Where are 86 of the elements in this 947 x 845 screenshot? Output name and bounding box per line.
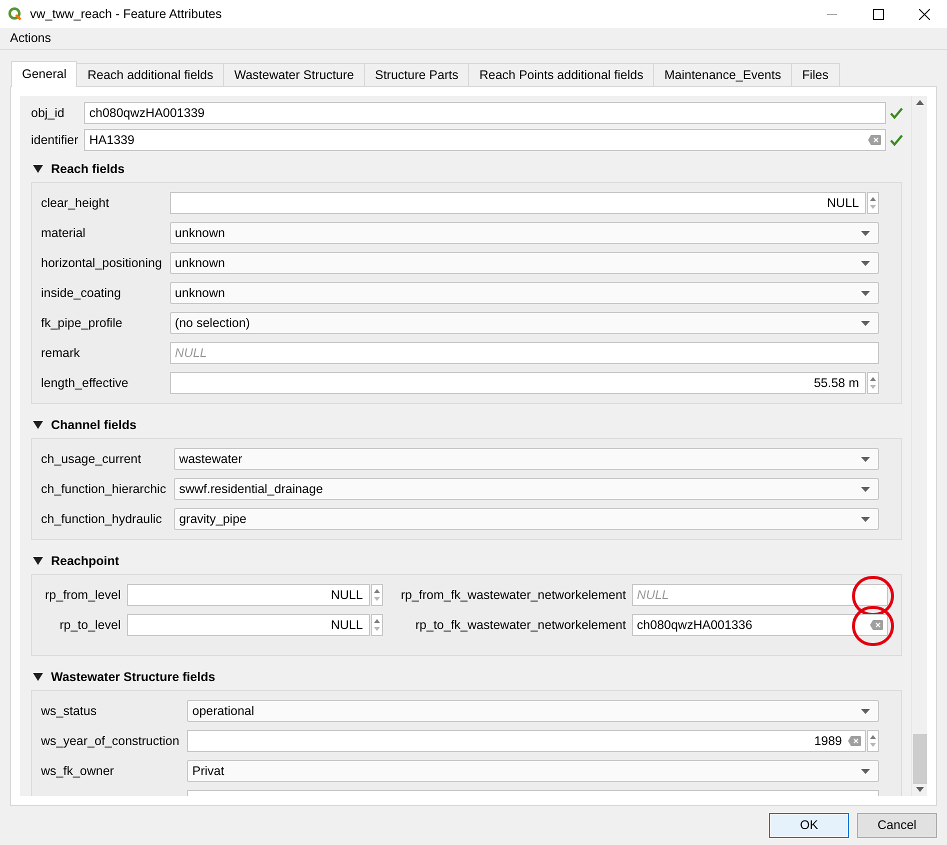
placeholder-text: NULL: [174, 344, 208, 362]
dropdown[interactable]: operational: [187, 700, 879, 722]
dropdown[interactable]: swwf.residential_drainage: [174, 478, 879, 500]
field-value: wastewater: [179, 450, 244, 468]
dropdown-arrow-icon: [861, 260, 870, 266]
dropdown-arrow-icon: [861, 290, 870, 296]
field-label: clear_height: [41, 194, 110, 212]
field-label: fk_pipe_profile: [41, 314, 124, 332]
scrollbar-thumb[interactable]: [912, 734, 926, 784]
field-value: 55.58 m: [814, 374, 860, 392]
section-title[interactable]: Channel fields: [51, 416, 136, 434]
field-label: length_effective: [41, 374, 130, 392]
field-value: 1989: [814, 732, 843, 750]
field-value: ch080qwzHA001339: [89, 104, 206, 122]
dialog-button[interactable]: Cancel: [857, 813, 937, 838]
field-value: operational: [192, 702, 256, 720]
dropdown[interactable]: unknown: [170, 282, 879, 304]
app-logo-icon: [8, 7, 22, 21]
field-value: swwf.residential_drainage: [179, 480, 324, 498]
dropdown-arrow-icon: [861, 516, 870, 522]
spin-arrows-icon: [867, 372, 879, 394]
spin-arrows-icon: [370, 614, 383, 636]
spin-arrows-icon: [867, 192, 879, 214]
field-label: material: [41, 224, 86, 242]
close-icon: [918, 8, 930, 20]
tab[interactable]: General: [11, 61, 78, 87]
menu-item[interactable]: Actions: [6, 29, 55, 48]
scroll-up-icon[interactable]: [916, 100, 924, 105]
input-field[interactable]: ch080qwzHA001339: [84, 102, 886, 124]
field-label: inside_coating: [41, 284, 122, 302]
tab[interactable]: Files: [791, 63, 840, 86]
number-field[interactable]: NULL: [126, 584, 370, 606]
field-value: (no selection): [174, 314, 251, 332]
field-label: remark: [41, 344, 81, 362]
input-field[interactable]: HA1339: [84, 129, 886, 151]
dropdown[interactable]: (no selection): [170, 312, 879, 334]
scroll-down-icon[interactable]: [916, 787, 924, 792]
field-label: rp_from_level: [44, 586, 121, 604]
field-label: rp_to_level: [58, 616, 121, 634]
dropdown-arrow-icon: [861, 486, 870, 492]
spin-arrows-icon: [370, 584, 383, 606]
placeholder-text: NULL: [636, 586, 670, 604]
number-field[interactable]: 55.58 m: [170, 372, 866, 394]
dropdown[interactable]: wastewater: [174, 448, 879, 470]
field-label: ch_usage_current: [41, 450, 142, 468]
dropdown-arrow-icon: [861, 230, 870, 236]
field-value: ch080qwzHA001336: [636, 616, 752, 634]
field-value: NULL: [330, 586, 364, 604]
dropdown-arrow-icon: [861, 320, 870, 326]
number-field[interactable]: NULL: [170, 192, 866, 214]
field-label: identifier: [30, 132, 80, 149]
dropdown[interactable]: unknown: [170, 252, 879, 274]
spin-arrows-icon: [867, 730, 879, 752]
field-value: NULL: [827, 194, 860, 212]
field-label: ws_fk_owner: [41, 762, 115, 780]
field-value: gravity_pipe: [179, 510, 248, 528]
field-value: HA1339: [89, 132, 136, 149]
number-field[interactable]: 1989: [187, 730, 866, 752]
section-title[interactable]: Reachpoint: [51, 552, 120, 570]
number-field[interactable]: NULL: [126, 614, 370, 636]
field-label: ws_status: [41, 702, 98, 720]
dialog-button[interactable]: OK: [769, 813, 849, 838]
input-field[interactable]: ch080qwzHA001336: [632, 614, 888, 636]
dropdown-arrow-icon: [861, 768, 870, 774]
dropdown-arrow-icon: [861, 456, 870, 462]
dropdown[interactable]: unknown: [170, 222, 879, 244]
field-value: unknown: [174, 284, 226, 302]
field-label: obj_id: [30, 104, 66, 122]
section-title[interactable]: Wastewater Structure fields: [51, 668, 216, 686]
dropdown[interactable]: gravity_pipe: [174, 508, 879, 530]
scrollbar[interactable]: [911, 96, 927, 796]
window-title: vw_tww_reach - Feature Attributes: [30, 6, 222, 23]
field-label: rp_from_fk_wastewater_networkelement: [400, 586, 626, 604]
dropdown[interactable]: Privat: [187, 760, 879, 782]
field-value: unknown: [174, 224, 226, 242]
field-value: unknown: [174, 254, 226, 272]
field-label: ch_function_hydraulic: [41, 510, 163, 528]
field-value: NULL: [330, 616, 364, 634]
dropdown-arrow-icon: [861, 708, 870, 714]
field-label: rp_to_fk_wastewater_networkelement: [414, 616, 626, 634]
field-value: Privat: [192, 762, 226, 780]
field-label: ch_function_hierarchic: [41, 480, 168, 498]
field-label: ws_year_of_construction: [41, 732, 180, 750]
section-title[interactable]: Reach fields: [51, 160, 125, 178]
field-label: horizontal_positioning: [41, 254, 163, 272]
maximize-icon: [872, 8, 884, 20]
